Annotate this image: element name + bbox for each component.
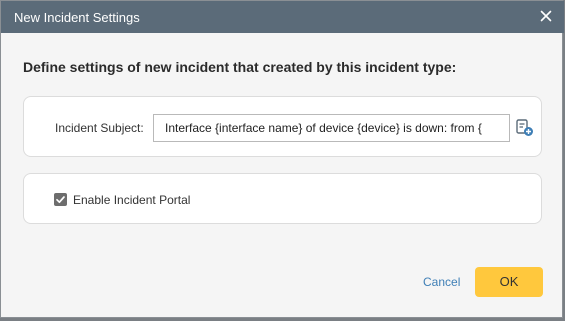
close-icon[interactable] [538, 8, 554, 24]
add-variable-icon[interactable] [516, 119, 534, 137]
incident-subject-label: Incident Subject: [55, 121, 144, 135]
checkmark-icon [56, 196, 65, 204]
dialog-titlebar: New Incident Settings [1, 1, 564, 33]
enable-incident-portal-label[interactable]: Enable Incident Portal [73, 193, 190, 207]
incident-subject-input[interactable] [153, 114, 510, 142]
dialog-heading: Define settings of new incident that cre… [23, 59, 457, 75]
incident-subject-card: Incident Subject: [23, 96, 542, 157]
incident-portal-card: Enable Incident Portal [23, 173, 542, 224]
enable-incident-portal-checkbox[interactable] [54, 193, 67, 206]
dialog-title: New Incident Settings [14, 10, 140, 25]
cancel-button[interactable]: Cancel [423, 275, 460, 289]
new-incident-settings-dialog: New Incident Settings Define settings of… [0, 0, 564, 318]
ok-button[interactable]: OK [475, 267, 543, 297]
